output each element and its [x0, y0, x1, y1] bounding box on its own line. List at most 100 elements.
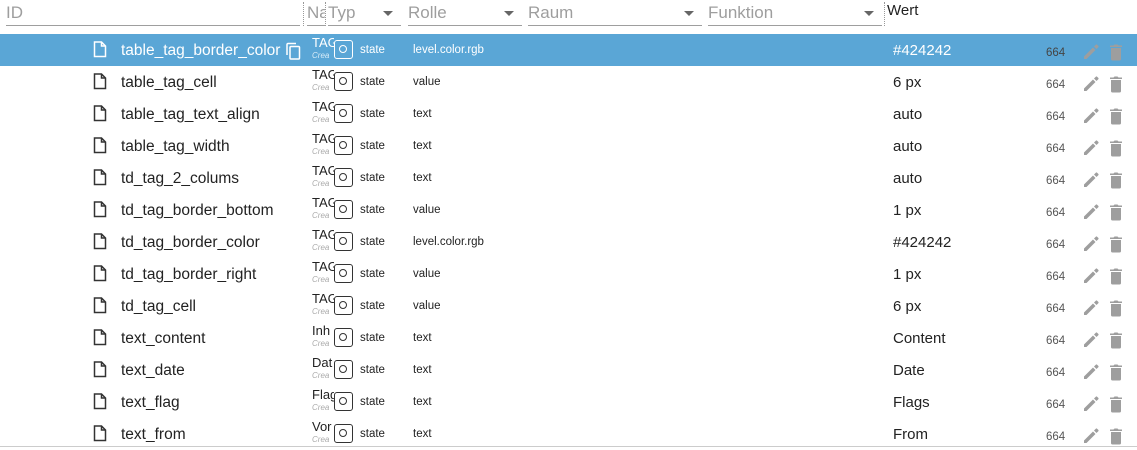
trash-icon[interactable]: [1109, 427, 1123, 445]
object-role: value: [413, 300, 441, 312]
object-value[interactable]: Flags: [893, 394, 930, 411]
pencil-icon[interactable]: [1082, 203, 1100, 221]
type-filter-label: Typ: [328, 3, 356, 22]
object-value[interactable]: 6 px: [893, 298, 921, 315]
object-name: Flag Crea: [312, 388, 334, 413]
pencil-icon[interactable]: [1082, 331, 1100, 349]
object-acl: 664: [1046, 79, 1066, 91]
room-filter-select[interactable]: Raum: [528, 2, 702, 26]
type-filter-select[interactable]: Typ: [328, 2, 401, 26]
object-role: text: [413, 428, 432, 440]
object-id[interactable]: td_tag_cell: [121, 298, 196, 316]
pencil-icon[interactable]: [1082, 139, 1100, 157]
object-id[interactable]: td_tag_border_color: [121, 234, 260, 252]
object-id[interactable]: text_flag: [121, 394, 180, 412]
object-acl: 664: [1046, 207, 1066, 219]
table-row[interactable]: table_tag_border_color TAG Crea state level.…: [0, 34, 1137, 66]
trash-icon[interactable]: [1109, 75, 1123, 93]
object-value[interactable]: Content: [893, 330, 946, 347]
table-row[interactable]: td_tag_border_bottom TAG Crea state value 1 p…: [0, 194, 1137, 226]
table-row[interactable]: table_tag_width TAG Crea state text auto 664: [0, 130, 1137, 162]
pencil-icon[interactable]: [1082, 75, 1100, 93]
file-icon: [93, 425, 107, 442]
object-value[interactable]: auto: [893, 138, 922, 155]
trash-icon[interactable]: [1109, 331, 1123, 349]
value-column-header: Wert: [887, 2, 919, 19]
object-id[interactable]: text_content: [121, 330, 205, 348]
function-filter-select[interactable]: Funktion: [708, 2, 882, 26]
object-value[interactable]: auto: [893, 106, 922, 123]
object-value[interactable]: From: [893, 426, 928, 443]
object-value[interactable]: 1 px: [893, 202, 921, 219]
table-row[interactable]: table_tag_text_align TAG Crea state text auto…: [0, 98, 1137, 130]
object-id[interactable]: text_from: [121, 426, 186, 444]
pencil-icon[interactable]: [1082, 43, 1100, 61]
trash-icon[interactable]: [1109, 107, 1123, 125]
pencil-icon[interactable]: [1082, 299, 1100, 317]
pencil-icon[interactable]: [1082, 363, 1100, 381]
file-icon: [93, 329, 107, 346]
object-name-text: TAG: [312, 36, 334, 50]
pencil-icon[interactable]: [1082, 267, 1100, 285]
table-row[interactable]: td_tag_border_right TAG Crea state value 1 px…: [0, 258, 1137, 290]
table-row[interactable]: text_date Dat Crea state text Date 664: [0, 354, 1137, 386]
object-id[interactable]: td_tag_2_colums: [121, 170, 239, 188]
object-value[interactable]: 1 px: [893, 266, 921, 283]
role-filter-select[interactable]: Rolle: [408, 2, 522, 26]
object-id[interactable]: table_tag_width: [121, 138, 230, 156]
object-name: Vor Crea: [312, 420, 334, 445]
room-filter-label: Raum: [528, 3, 574, 22]
trash-icon[interactable]: [1109, 395, 1123, 413]
list-bottom-border: [0, 446, 1137, 447]
object-id[interactable]: td_tag_border_bottom: [121, 202, 274, 220]
state-type-icon: [334, 72, 353, 91]
pencil-icon[interactable]: [1082, 395, 1100, 413]
trash-icon[interactable]: [1109, 299, 1123, 317]
trash-icon[interactable]: [1109, 43, 1123, 61]
table-row[interactable]: text_flag Flag Crea state text Flags 664: [0, 386, 1137, 418]
object-acl: 664: [1046, 239, 1066, 251]
pencil-icon[interactable]: [1082, 235, 1100, 253]
column-resizer[interactable]: [303, 2, 304, 26]
trash-icon[interactable]: [1109, 235, 1123, 253]
object-value[interactable]: Date: [893, 362, 925, 379]
table-row[interactable]: text_content Inh Crea state text Content 664: [0, 322, 1137, 354]
trash-icon[interactable]: [1109, 171, 1123, 189]
object-type: state: [360, 428, 385, 440]
object-type: state: [360, 44, 385, 56]
object-acl: 664: [1046, 143, 1066, 155]
object-id[interactable]: table_tag_text_align: [121, 106, 260, 124]
trash-icon[interactable]: [1109, 139, 1123, 157]
state-type-icon: [334, 200, 353, 219]
object-id[interactable]: table_tag_cell: [121, 74, 217, 92]
object-value[interactable]: auto: [893, 170, 922, 187]
pencil-icon[interactable]: [1082, 171, 1100, 189]
table-row[interactable]: td_tag_border_color TAG Crea state level.col…: [0, 226, 1137, 258]
trash-icon[interactable]: [1109, 267, 1123, 285]
copy-icon[interactable]: [285, 42, 301, 60]
name-column-header[interactable]: Na: [307, 2, 325, 26]
column-resizer[interactable]: [884, 2, 885, 26]
object-role: text: [413, 108, 432, 120]
object-name-subtext: Crea: [312, 51, 330, 60]
object-value[interactable]: 6 px: [893, 74, 921, 91]
table-row[interactable]: td_tag_2_colums TAG Crea state text auto 664: [0, 162, 1137, 194]
object-id[interactable]: td_tag_border_right: [121, 266, 256, 284]
id-filter-input[interactable]: ID: [6, 2, 300, 26]
object-id[interactable]: table_tag_border_color: [121, 42, 280, 60]
table-row[interactable]: table_tag_cell TAG Crea state value 6 px 664: [0, 66, 1137, 98]
object-name-subtext: Crea: [312, 275, 330, 284]
table-row[interactable]: td_tag_cell TAG Crea state value 6 px 664: [0, 290, 1137, 322]
object-role: value: [413, 76, 441, 88]
pencil-icon[interactable]: [1082, 427, 1100, 445]
trash-icon[interactable]: [1109, 363, 1123, 381]
pencil-icon[interactable]: [1082, 107, 1100, 125]
state-type-icon: [334, 168, 353, 187]
object-value[interactable]: #424242: [893, 42, 951, 59]
column-resizer[interactable]: [325, 2, 326, 26]
object-name: Inh Crea: [312, 324, 334, 349]
object-type: state: [360, 76, 385, 88]
object-id[interactable]: text_date: [121, 362, 185, 380]
trash-icon[interactable]: [1109, 203, 1123, 221]
object-value[interactable]: #424242: [893, 234, 951, 251]
